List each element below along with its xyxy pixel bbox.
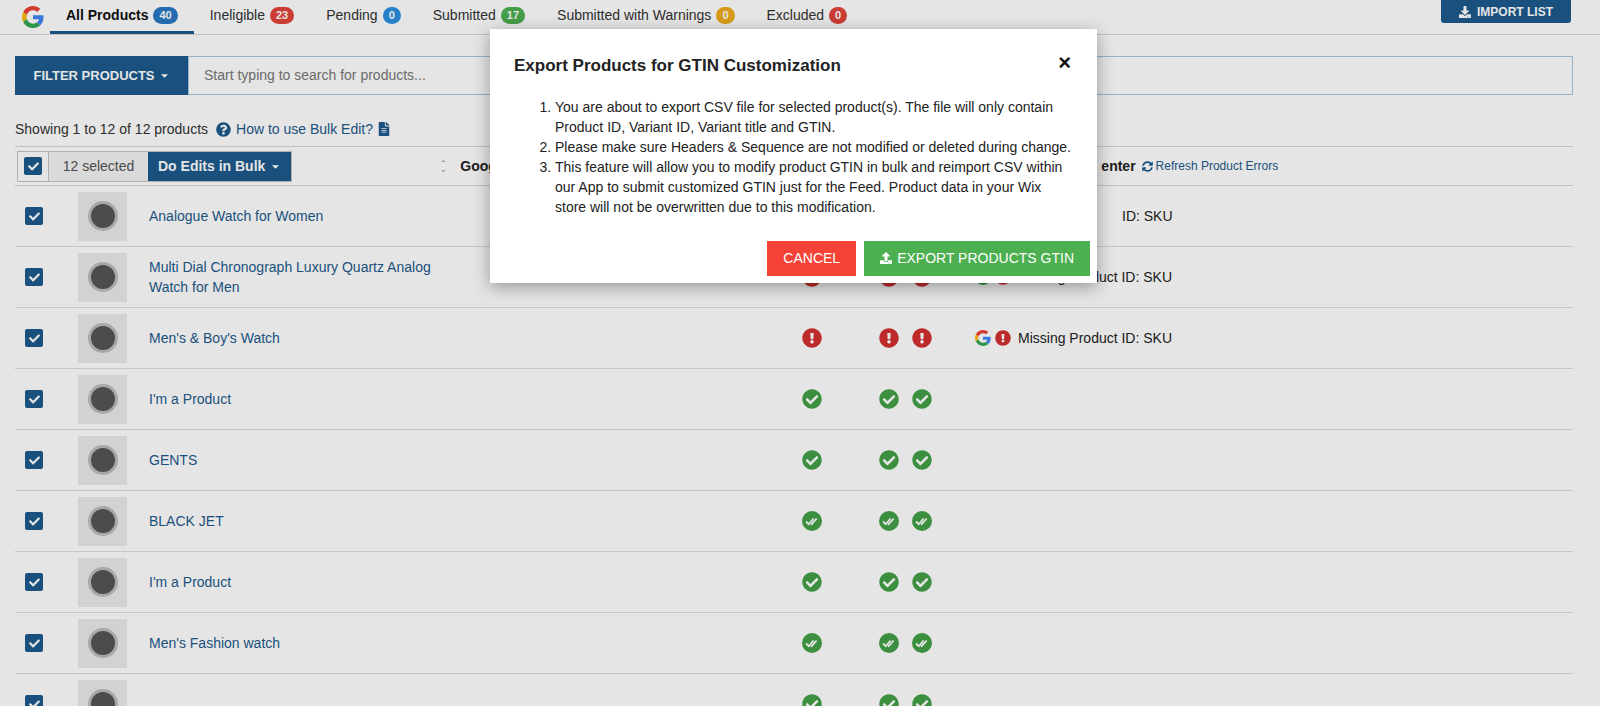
dialog-title: Export Products for GTIN Customization: [514, 53, 1058, 79]
cancel-button[interactable]: CANCEL: [767, 241, 856, 276]
export-dialog: Export Products for GTIN Customization× Y…: [490, 29, 1097, 283]
close-button[interactable]: ×: [1058, 53, 1071, 73]
upload-icon: [880, 252, 892, 264]
instruction-item: Please make sure Headers & Sequence are …: [555, 137, 1073, 157]
instruction-item: This feature will allow you to modify pr…: [555, 157, 1073, 217]
instruction-item: You are about to export CSV file for sel…: [555, 97, 1073, 137]
export-button[interactable]: EXPORT PRODUCTS GTIN: [864, 241, 1090, 276]
app: All Products40Ineligible23Pending0Submit…: [0, 0, 1600, 706]
dialog-instructions: You are about to export CSV file for sel…: [490, 97, 1097, 217]
